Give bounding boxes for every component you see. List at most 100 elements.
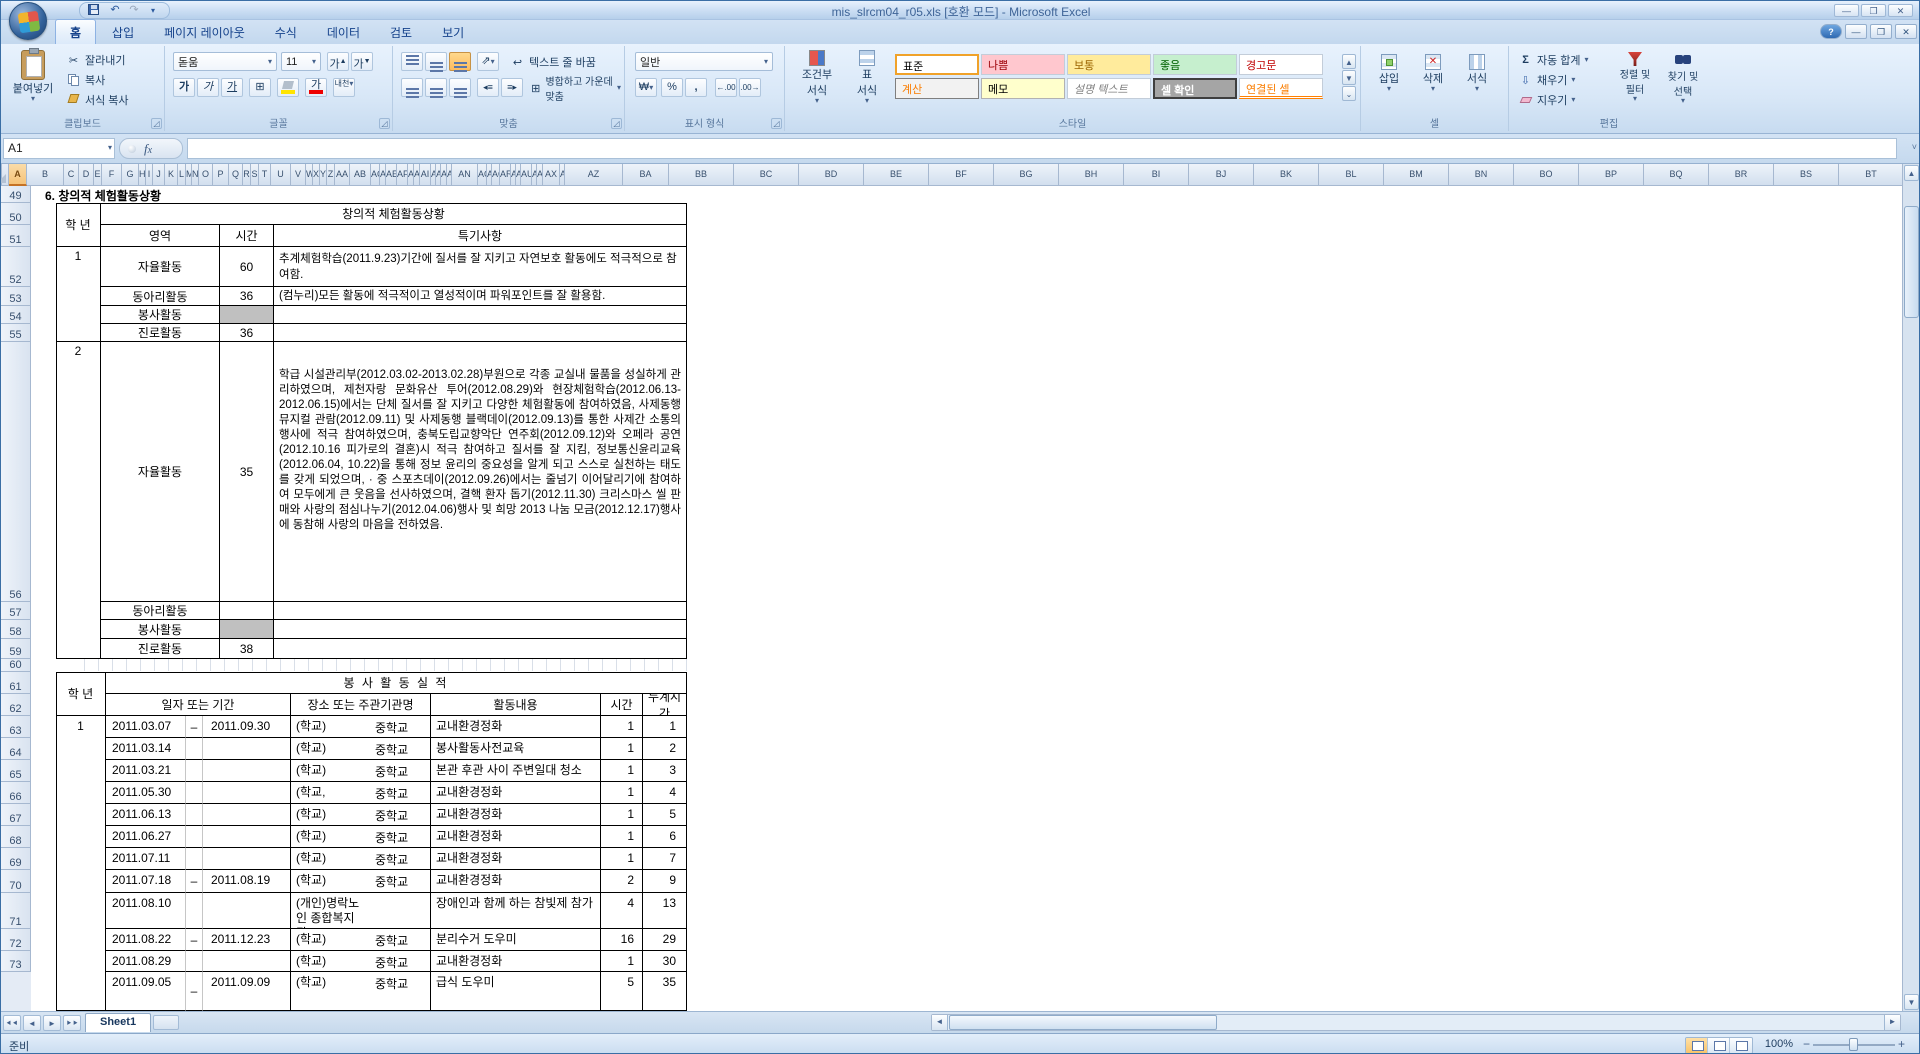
- row-header-70[interactable]: 70: [1, 870, 31, 893]
- table2-date1-cell[interactable]: 2011.03.14: [106, 738, 186, 760]
- cell-style-보통[interactable]: 보통: [1067, 54, 1151, 75]
- table2-activity-cell[interactable]: 장애인과 함께 하는 참빛제 참가: [431, 893, 601, 929]
- column-header-BH[interactable]: BH: [1059, 164, 1124, 186]
- table2-date2-cell[interactable]: 2011.08.19: [203, 870, 291, 893]
- table1-grade-header[interactable]: 학 년: [56, 203, 101, 247]
- shrink-font-button[interactable]: 가▼: [351, 52, 373, 71]
- ribbon-tab-데이터[interactable]: 데이터: [313, 20, 374, 44]
- table2-date-dash-cell[interactable]: –: [186, 972, 203, 1011]
- decrease-decimal-button[interactable]: .00→: [739, 78, 761, 97]
- column-header-BA[interactable]: BA: [623, 164, 669, 186]
- table2-date-dash-cell[interactable]: [186, 951, 203, 972]
- table2-place-cell[interactable]: (학교): [291, 929, 361, 951]
- table2-org-cell[interactable]: 중학교: [361, 972, 431, 1011]
- ribbon-tab-보기[interactable]: 보기: [428, 20, 478, 44]
- table1-note-cell[interactable]: [274, 306, 687, 324]
- table2-total-cell[interactable]: 1: [643, 716, 687, 738]
- column-header-J[interactable]: J: [153, 164, 165, 186]
- table2-header-date[interactable]: 일자 또는 기간: [106, 694, 291, 716]
- number-dialog-launcher[interactable]: ◿: [771, 118, 782, 129]
- column-header-BI[interactable]: BI: [1124, 164, 1189, 186]
- office-button[interactable]: [9, 2, 47, 40]
- ribbon-tab-수식[interactable]: 수식: [261, 20, 311, 44]
- paste-dropdown[interactable]: ▾: [31, 96, 35, 102]
- expand-formula-bar-icon[interactable]: ˅: [1912, 142, 1917, 152]
- column-header-W[interactable]: W: [306, 164, 313, 186]
- column-header-BN[interactable]: BN: [1449, 164, 1514, 186]
- column-header-U[interactable]: U: [271, 164, 291, 186]
- cell-style-셀 확인[interactable]: 셀 확인: [1153, 78, 1237, 99]
- cell-style-경고문[interactable]: 경고문: [1239, 54, 1323, 75]
- table2-total-cell[interactable]: 4: [643, 782, 687, 804]
- vertical-scrollbar[interactable]: ▲ ▼: [1902, 164, 1919, 1011]
- doc-close-button[interactable]: ✕: [1895, 24, 1917, 39]
- currency-format-button[interactable]: ₩▾: [635, 78, 657, 97]
- table2-date2-cell[interactable]: 2011.09.09: [203, 972, 291, 1011]
- column-header-B[interactable]: B: [27, 164, 64, 186]
- column-header-AA[interactable]: AA: [335, 164, 350, 186]
- ribbon-tab-삽입[interactable]: 삽입: [98, 20, 148, 44]
- table2-org-cell[interactable]: 중학교: [361, 826, 431, 848]
- normal-view-button[interactable]: [1686, 1038, 1708, 1053]
- row-header-64[interactable]: 64: [1, 738, 31, 760]
- column-header-BL[interactable]: BL: [1319, 164, 1384, 186]
- percent-format-button[interactable]: %: [661, 78, 683, 97]
- row-header-59[interactable]: 59: [1, 639, 31, 659]
- row-header-51[interactable]: 51: [1, 225, 31, 247]
- table2-org-cell[interactable]: 중학교: [361, 804, 431, 826]
- phonetic-button[interactable]: 내천▾: [333, 78, 355, 97]
- table2-date-dash-cell[interactable]: [186, 760, 203, 782]
- sheet-canvas[interactable]: 6. 창의적 체험활동상황학 년창의적 체험활동상황영역시간특기사항1자율활동6…: [31, 186, 1904, 1011]
- column-header-AR[interactable]: AR: [500, 164, 511, 186]
- table2-date-dash-cell[interactable]: –: [186, 716, 203, 738]
- table2-activity-cell[interactable]: 교내환경정화: [431, 804, 601, 826]
- column-header-Q[interactable]: Q: [229, 164, 243, 186]
- table2-date1-cell[interactable]: 2011.07.11: [106, 848, 186, 870]
- styles-more-button[interactable]: ⌄: [1342, 86, 1356, 101]
- column-header-I[interactable]: I: [146, 164, 153, 186]
- cell-style-메모[interactable]: 메모: [981, 78, 1065, 99]
- help-button[interactable]: ?: [1820, 24, 1842, 39]
- table2-hours-cell[interactable]: 1: [601, 826, 643, 848]
- table1-header-area[interactable]: 영역: [101, 225, 220, 247]
- column-header-AI[interactable]: AI: [420, 164, 431, 186]
- cell-style-설명 텍스트[interactable]: 설명 텍스트: [1067, 78, 1151, 99]
- styles-scroll-up-button[interactable]: ▲: [1342, 54, 1356, 69]
- table1-note-cell[interactable]: 추계체험학습(2011.9.23)기간에 질서를 잘 지키고 자연보호 활동에도…: [274, 247, 687, 287]
- zoom-in-button[interactable]: +: [1896, 1037, 1907, 1051]
- row-header-49[interactable]: 49: [1, 186, 31, 203]
- horizontal-scroll-thumb[interactable]: [949, 1015, 1217, 1030]
- table2-date1-cell[interactable]: 2011.06.27: [106, 826, 186, 848]
- table1-area-cell[interactable]: 진로활동: [101, 639, 220, 659]
- row-header-53[interactable]: 53: [1, 287, 31, 306]
- table2-grade-cell[interactable]: 1: [56, 716, 106, 1011]
- fill-color-button[interactable]: [277, 78, 299, 97]
- column-header-AB[interactable]: AB: [350, 164, 371, 186]
- table2-date2-cell[interactable]: 2011.12.23: [203, 929, 291, 951]
- align-center-button[interactable]: [425, 78, 447, 97]
- table2-date1-cell[interactable]: 2011.05.30: [106, 782, 186, 804]
- table2-total-cell[interactable]: 13: [643, 893, 687, 929]
- table2-hours-cell[interactable]: 1: [601, 716, 643, 738]
- column-header-BS[interactable]: BS: [1774, 164, 1839, 186]
- row-header-67[interactable]: 67: [1, 804, 31, 826]
- table2-activity-cell[interactable]: 교내환경정화: [431, 951, 601, 972]
- column-header-BK[interactable]: BK: [1254, 164, 1319, 186]
- column-header-AN[interactable]: AN: [452, 164, 478, 186]
- align-bottom-button[interactable]: [449, 52, 471, 71]
- table1-hours-cell[interactable]: 36: [220, 324, 274, 342]
- table2-hours-cell[interactable]: 1: [601, 848, 643, 870]
- table2-hours-cell[interactable]: 1: [601, 782, 643, 804]
- table2-activity-cell[interactable]: 봉사활동사전교육: [431, 738, 601, 760]
- font-color-button[interactable]: 가: [305, 78, 327, 97]
- table1-area-cell[interactable]: 동아리활동: [101, 287, 220, 306]
- column-header-V[interactable]: V: [291, 164, 306, 186]
- table2-date2-cell[interactable]: [203, 951, 291, 972]
- table1-hours-cell[interactable]: [220, 306, 274, 324]
- row-header-61[interactable]: 61: [1, 672, 31, 694]
- table2-date-dash-cell[interactable]: [186, 782, 203, 804]
- table2-total-cell[interactable]: 35: [643, 972, 687, 1011]
- table2-total-cell[interactable]: 29: [643, 929, 687, 951]
- font-name-select[interactable]: 돋움▾: [173, 52, 277, 71]
- table2-org-cell[interactable]: 중학교: [361, 929, 431, 951]
